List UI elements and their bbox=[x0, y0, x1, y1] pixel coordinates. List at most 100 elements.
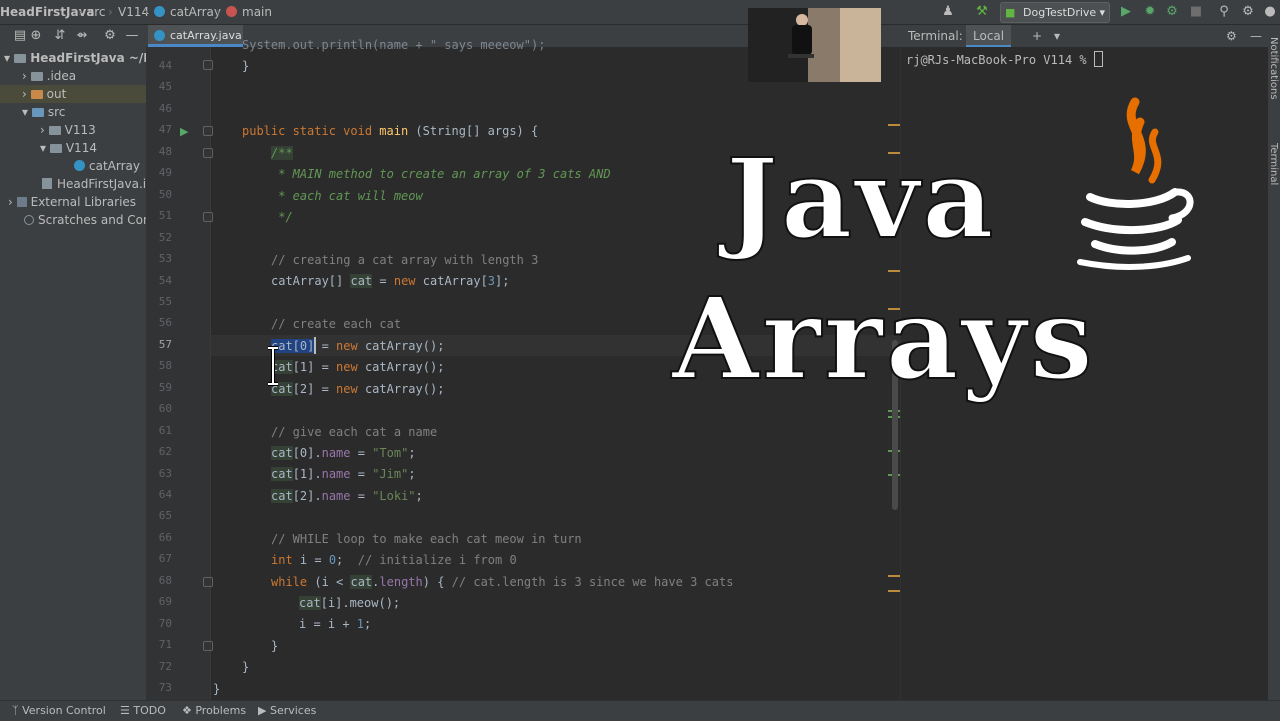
webcam-light bbox=[808, 8, 840, 82]
add-icon[interactable]: + bbox=[1032, 25, 1042, 47]
tree-item-out[interactable]: › out bbox=[0, 85, 146, 103]
editor-tab-catarray[interactable]: catArray.java bbox=[148, 25, 243, 47]
code-line-63: cat[1].name = "Jim"; bbox=[271, 467, 416, 481]
line-number[interactable]: 54 bbox=[146, 274, 172, 287]
run-icon[interactable]: ▶ bbox=[1116, 2, 1136, 22]
minimize-icon[interactable]: — bbox=[1250, 25, 1262, 47]
fold-icon[interactable] bbox=[203, 126, 213, 136]
tree-item-v114[interactable]: ▾ V114 bbox=[40, 139, 97, 157]
line-number[interactable]: 58 bbox=[146, 359, 172, 372]
breadcrumb-src[interactable]: src bbox=[88, 0, 106, 24]
terminal-tab-local[interactable]: Local bbox=[966, 25, 1012, 47]
line-number[interactable]: 57 bbox=[146, 338, 172, 351]
gear-icon[interactable]: ⚙ bbox=[1226, 25, 1237, 47]
line-number[interactable]: 48 bbox=[146, 145, 172, 158]
class-icon bbox=[74, 160, 85, 171]
line-number[interactable]: 68 bbox=[146, 574, 172, 587]
terminal-tool-tab[interactable]: Terminal bbox=[1268, 143, 1279, 185]
line-number[interactable]: 50 bbox=[146, 188, 172, 201]
gear-icon[interactable]: ⚙ bbox=[100, 26, 120, 46]
navigation-bar: HeadFirstJava › src › V114 › catArray › … bbox=[0, 0, 1280, 25]
fold-icon[interactable] bbox=[203, 577, 213, 587]
line-number[interactable]: 60 bbox=[146, 402, 172, 415]
tree-item-idea[interactable]: › .idea bbox=[22, 67, 76, 85]
stop-icon[interactable]: ■ bbox=[1186, 2, 1206, 22]
fold-icon[interactable] bbox=[203, 641, 213, 651]
tree-item-src[interactable]: ▾ src bbox=[22, 103, 65, 121]
chevron-down-icon[interactable]: ▾ bbox=[1054, 25, 1060, 47]
line-number[interactable]: 53 bbox=[146, 252, 172, 265]
file-icon bbox=[42, 178, 52, 189]
tree-item-v113[interactable]: › V113 bbox=[40, 121, 96, 139]
line-number[interactable]: 72 bbox=[146, 660, 172, 673]
run-configuration-select[interactable]: ■ DogTestDrive ▾ bbox=[1000, 2, 1110, 23]
code-token: catArray(); bbox=[357, 382, 445, 396]
line-number[interactable]: 70 bbox=[146, 617, 172, 630]
line-number[interactable]: 55 bbox=[146, 295, 172, 308]
scroll-marker[interactable] bbox=[888, 575, 900, 577]
code-token: [0]. bbox=[292, 446, 322, 460]
run-gutter-icon[interactable]: ▶ bbox=[180, 125, 188, 138]
line-number[interactable]: 47 bbox=[146, 123, 172, 136]
user-icon[interactable]: ♟ bbox=[938, 2, 958, 22]
line-number[interactable]: 61 bbox=[146, 424, 172, 437]
fold-icon[interactable] bbox=[203, 148, 213, 158]
breadcrumb-method[interactable]: main bbox=[242, 0, 272, 24]
line-number[interactable]: 62 bbox=[146, 445, 172, 458]
debug-icon[interactable]: ✹ bbox=[1140, 2, 1160, 22]
tree-item-root[interactable]: ▾ HeadFirstJava ~/D bbox=[4, 49, 153, 67]
todo-tool[interactable]: ☰ TODO bbox=[120, 701, 166, 721]
code-token: = bbox=[350, 446, 373, 460]
line-number[interactable]: 46 bbox=[146, 102, 172, 115]
line-number[interactable]: 73 bbox=[146, 681, 172, 694]
scroll-marker[interactable] bbox=[888, 590, 900, 592]
version-control-tool[interactable]: ᛉ Version Control bbox=[12, 701, 106, 721]
code-line-54: catArray[] cat = new catArray[3]; bbox=[271, 274, 509, 288]
gear-icon[interactable]: ⚙ bbox=[1238, 2, 1258, 22]
expand-icon[interactable]: ⇵ bbox=[50, 26, 70, 46]
search-icon[interactable]: ⚲ bbox=[1214, 2, 1234, 22]
line-number[interactable]: 71 bbox=[146, 638, 172, 651]
line-number[interactable]: 51 bbox=[146, 209, 172, 222]
tree-item-catarray[interactable]: catArray bbox=[74, 157, 140, 175]
code-line-50: * each cat will meow bbox=[271, 189, 423, 203]
tree-item-scratches[interactable]: Scratches and Con bbox=[24, 211, 151, 229]
line-number[interactable]: 63 bbox=[146, 467, 172, 480]
problems-tool[interactable]: ❖ Problems bbox=[182, 701, 246, 721]
hammer-icon[interactable]: ⚒ bbox=[972, 2, 992, 22]
services-tool[interactable]: ▶ Services bbox=[258, 701, 316, 721]
line-number[interactable]: 64 bbox=[146, 488, 172, 501]
locate-icon[interactable]: ⊕ bbox=[26, 26, 46, 46]
fold-icon[interactable] bbox=[203, 212, 213, 222]
line-number[interactable]: 45 bbox=[146, 80, 172, 93]
chevron-down-icon: ▾ bbox=[22, 105, 32, 119]
tree-item-iml[interactable]: HeadFirstJava.ir bbox=[42, 175, 151, 193]
line-number[interactable]: 49 bbox=[146, 166, 172, 179]
tree-item-external-libraries[interactable]: › External Libraries bbox=[8, 193, 136, 211]
scroll-marker[interactable] bbox=[888, 270, 900, 272]
line-number[interactable]: 44 bbox=[146, 59, 172, 72]
line-number[interactable]: 65 bbox=[146, 509, 172, 522]
class-icon bbox=[154, 30, 165, 41]
code-token: name bbox=[321, 467, 351, 481]
run-config-label: DogTestDrive bbox=[1023, 6, 1097, 19]
method-icon bbox=[226, 0, 237, 24]
scroll-marker[interactable] bbox=[888, 124, 900, 126]
notifications-tool-tab[interactable]: Notifications bbox=[1268, 37, 1279, 100]
line-number[interactable]: 56 bbox=[146, 316, 172, 329]
profile-icon[interactable]: ● bbox=[1260, 2, 1280, 22]
coverage-icon[interactable]: ⚙ bbox=[1162, 2, 1182, 22]
line-number[interactable]: 59 bbox=[146, 381, 172, 394]
minimize-icon[interactable]: — bbox=[122, 26, 142, 46]
code-line-44: } bbox=[242, 59, 250, 73]
line-number[interactable]: 52 bbox=[146, 231, 172, 244]
code-line-73: } bbox=[213, 682, 221, 696]
fold-icon[interactable] bbox=[203, 60, 213, 70]
line-number[interactable]: 69 bbox=[146, 595, 172, 608]
chevron-right-icon: › bbox=[8, 195, 17, 209]
line-number[interactable]: 66 bbox=[146, 531, 172, 544]
terminal-output[interactable]: rj@RJs-MacBook-Pro V114 % bbox=[906, 51, 1103, 67]
line-number[interactable]: 67 bbox=[146, 552, 172, 565]
collapse-icon[interactable]: ⇴ bbox=[72, 26, 92, 46]
breadcrumb-class[interactable]: catArray bbox=[170, 0, 221, 24]
